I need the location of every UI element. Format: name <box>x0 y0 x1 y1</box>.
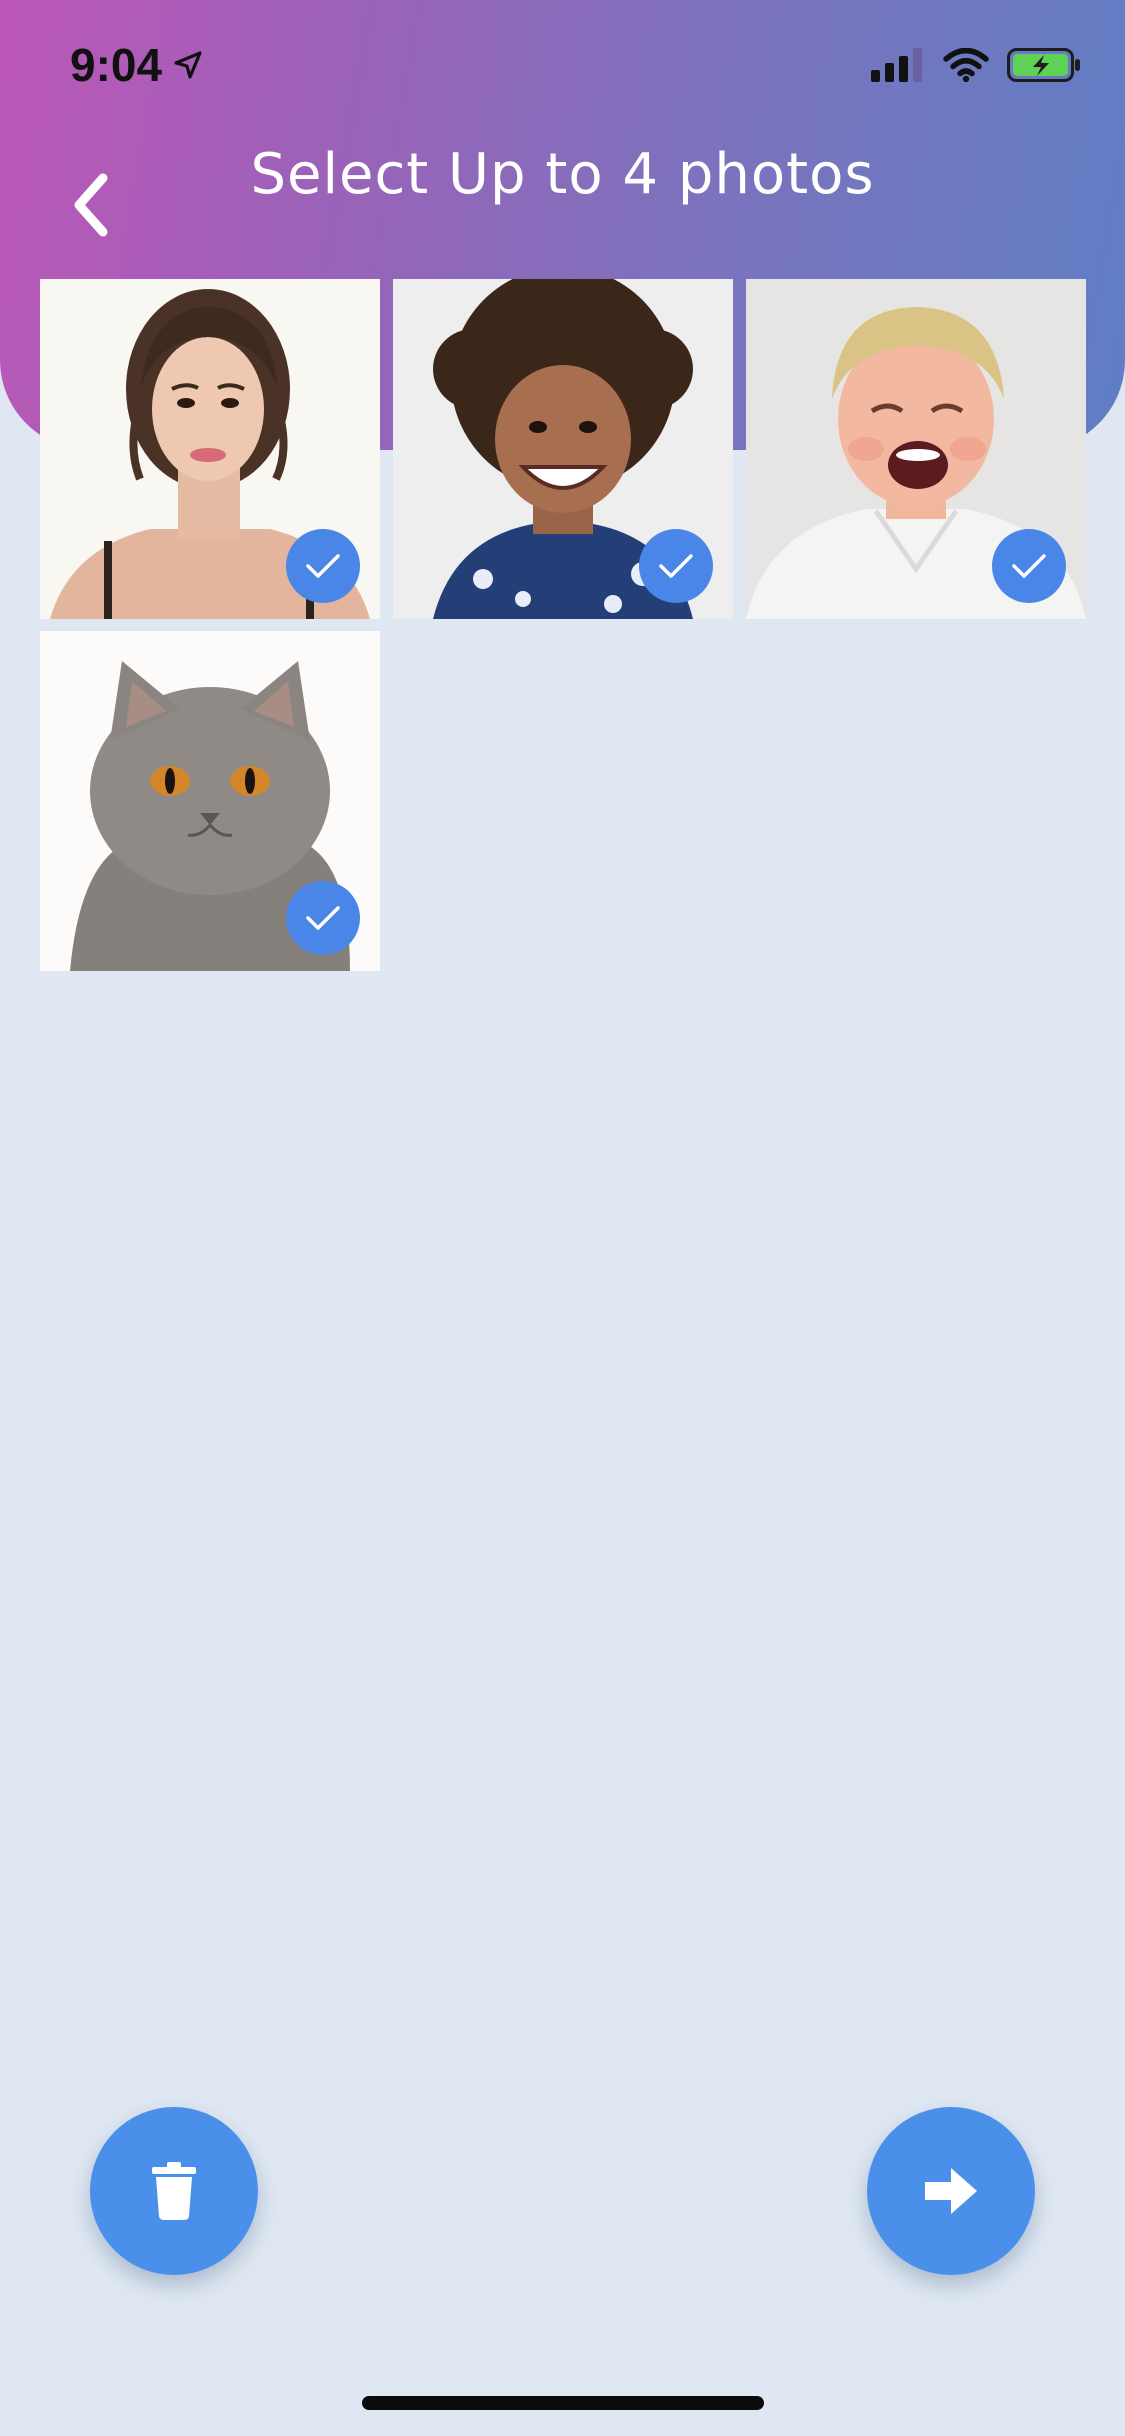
next-button[interactable] <box>867 2107 1035 2275</box>
selected-badge[interactable] <box>639 529 713 603</box>
status-time: 9:04 <box>70 39 163 91</box>
location-arrow-icon <box>174 51 202 79</box>
arrow-right-icon <box>925 2168 977 2214</box>
checkmark-icon <box>306 554 340 578</box>
status-time-group: 9:04 <box>70 38 204 92</box>
wifi-icon <box>943 48 989 82</box>
photo-tile-woman[interactable] <box>40 279 380 619</box>
checkmark-icon <box>659 554 693 578</box>
photo-grid <box>40 279 1086 971</box>
selected-badge[interactable] <box>286 881 360 955</box>
selected-badge[interactable] <box>992 529 1066 603</box>
selected-badge[interactable] <box>286 529 360 603</box>
status-icons <box>871 48 1081 82</box>
photo-tile-boy[interactable] <box>393 279 733 619</box>
checkmark-icon <box>306 906 340 930</box>
page-title: Select Up to 4 photos <box>250 142 875 207</box>
signal-icon <box>871 48 922 82</box>
delete-button[interactable] <box>90 2107 258 2275</box>
photo-tile-crying-child[interactable] <box>746 279 1086 619</box>
trash-icon <box>152 2162 196 2220</box>
status-bar: 9:04 <box>0 0 1125 132</box>
photo-tile-cat[interactable] <box>40 631 380 971</box>
checkmark-icon <box>1012 554 1046 578</box>
home-indicator[interactable] <box>362 2396 764 2410</box>
battery-charging-icon <box>1007 48 1080 82</box>
